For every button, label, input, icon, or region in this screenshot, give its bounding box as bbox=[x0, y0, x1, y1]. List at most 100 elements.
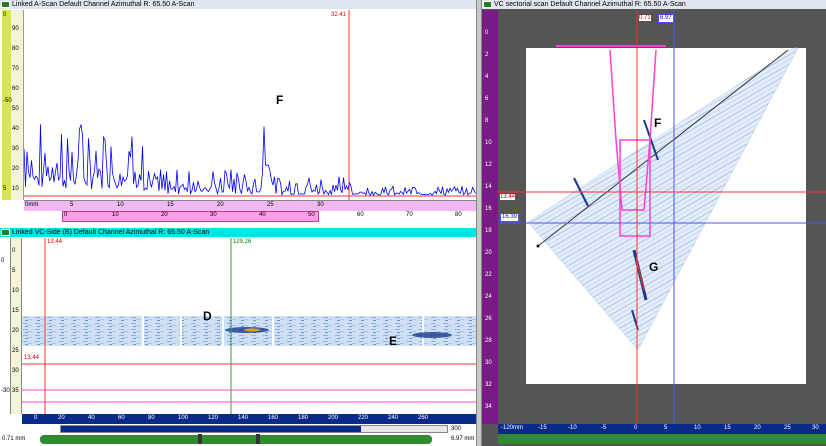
bscan-x-tick: 60 bbox=[118, 415, 125, 421]
bscan-y-tick: 30 bbox=[12, 368, 19, 374]
bscan-y-tick: 20 bbox=[12, 328, 19, 334]
ascan-titlebar: Linked A-Scan Default Channel Azimuthal … bbox=[0, 0, 476, 9]
ascan-panel: Linked A-Scan Default Channel Azimuthal … bbox=[0, 0, 476, 228]
ascan-gate-tick: 80 bbox=[455, 212, 462, 218]
sector-panel: VC sectorial scan Default Channel Azimut… bbox=[482, 0, 826, 446]
bscan-x-tick: 100 bbox=[178, 415, 189, 421]
ascan-y-tick: 40 bbox=[12, 126, 19, 132]
sector-x-tick: 10 bbox=[694, 425, 701, 431]
sector-x-ruler: -120mm -15 -10 -5 0 5 10 15 20 25 30 bbox=[498, 424, 826, 434]
ascan-x-unit: 0mm bbox=[25, 202, 39, 208]
range-handle-right[interactable] bbox=[256, 434, 260, 444]
scroll-thumb[interactable] bbox=[61, 426, 361, 432]
bscan-x-tick: 200 bbox=[328, 415, 339, 421]
bscan-cursor-right: 129.26 bbox=[233, 239, 252, 245]
sector-top-red: 0.71 bbox=[639, 15, 651, 21]
sector-x-tick: 15 bbox=[724, 425, 731, 431]
ascan-title: Linked A-Scan Default Channel Azimuthal … bbox=[12, 1, 195, 8]
bscan-titlebar: Linked VC-Side (B) Default Channel Azimu… bbox=[0, 228, 476, 237]
bscan-y-tick: 15 bbox=[12, 308, 19, 314]
sector-x-tick: 0 bbox=[634, 425, 638, 431]
sector-y-tick: 10 bbox=[485, 140, 492, 146]
sector-plot[interactable] bbox=[498, 10, 826, 424]
sector-y-tick: 14 bbox=[485, 184, 492, 190]
panel-icon bbox=[483, 1, 492, 8]
bscan-label-d: D bbox=[203, 309, 212, 323]
bscan-title: Linked VC-Side (B) Default Channel Azimu… bbox=[12, 229, 210, 236]
bscan-y-label: -30 bbox=[1, 388, 10, 394]
bscan-y-tick: 0 bbox=[12, 248, 16, 254]
bscan-y-tick: 10 bbox=[12, 288, 19, 294]
ascan-y-tick: 70 bbox=[12, 66, 19, 72]
sector-y-tick: 0 bbox=[485, 30, 489, 36]
sector-y-tick: 28 bbox=[485, 338, 492, 344]
bscan-cursor-left: 13.44 bbox=[47, 239, 63, 245]
bscan-scroll-max: 300 bbox=[451, 426, 462, 432]
ascan-y-ruler bbox=[2, 10, 11, 200]
bscan-y-tick: 35 bbox=[12, 388, 19, 394]
sector-y-tick: 20 bbox=[485, 250, 492, 256]
ascan-gate-tick: 70 bbox=[406, 212, 413, 218]
ascan-y-tick: 10 bbox=[12, 186, 19, 192]
ascan-gate-tick: 60 bbox=[357, 212, 364, 218]
sector-y-tick: 12 bbox=[485, 162, 492, 168]
ascan-gate-tick: 50 bbox=[308, 212, 315, 218]
sector-x-tick: -120mm bbox=[501, 425, 524, 431]
ascan-y-label: 5 bbox=[3, 186, 7, 192]
sector-y-tick: 18 bbox=[485, 228, 492, 234]
sector-label-f: F bbox=[654, 116, 662, 130]
ascan-cursor-label: 32.41 bbox=[331, 12, 347, 18]
ascan-gate-tick: 30 bbox=[210, 212, 217, 218]
bscan-x-tick: 0 bbox=[34, 415, 38, 421]
ascan-x-ruler: 0mm 5 10 15 20 25 30 bbox=[24, 200, 476, 211]
panel-icon bbox=[1, 229, 10, 236]
sector-titlebar: VC sectorial scan Default Channel Azimut… bbox=[482, 0, 826, 9]
ascan-signal-trace bbox=[24, 123, 476, 197]
bscan-x-tick: 120 bbox=[208, 415, 219, 421]
sector-x-tick: 5 bbox=[664, 425, 668, 431]
ascan-y-tick: 60 bbox=[12, 86, 19, 92]
ascan-gate-tick: 10 bbox=[112, 212, 119, 218]
sector-y-tick: 24 bbox=[485, 294, 492, 300]
ascan-x-tick: 5 bbox=[70, 202, 74, 208]
sector-y-tick: 8 bbox=[485, 118, 489, 124]
sector-title: VC sectorial scan Default Channel Azimut… bbox=[494, 1, 686, 8]
sector-x-tick: -5 bbox=[601, 425, 607, 431]
sector-x-tick: 30 bbox=[812, 425, 819, 431]
ascan-gate-tick: 20 bbox=[161, 212, 168, 218]
bscan-x-tick: 240 bbox=[388, 415, 399, 421]
ascan-y-tick: 90 bbox=[12, 26, 19, 32]
bscan-scrollbar[interactable] bbox=[60, 425, 448, 433]
sector-y-tick: 26 bbox=[485, 316, 492, 322]
sector-left-blue: 16.39 bbox=[500, 213, 520, 222]
bscan-y-label: 0 bbox=[1, 258, 5, 264]
ascan-y-tick: 20 bbox=[12, 166, 19, 172]
bscan-x-tick: 40 bbox=[88, 415, 95, 421]
ascan-plot[interactable] bbox=[24, 10, 476, 200]
bscan-x-ruler: 0 20 40 60 80 100 120 140 160 180 200 22… bbox=[22, 414, 476, 424]
ascan-y-tick: 80 bbox=[12, 46, 19, 52]
bscan-plot[interactable] bbox=[22, 238, 476, 414]
bscan-y-ruler: 0 -30 bbox=[0, 238, 11, 414]
bscan-hline-label: 13.44 bbox=[24, 355, 40, 361]
bscan-y-ruler-secondary: 0 5 10 15 20 25 30 35 bbox=[11, 238, 22, 414]
sector-top-blue: 6.97 bbox=[658, 14, 674, 23]
bscan-label-e: E bbox=[389, 334, 398, 348]
sector-y-tick: 4 bbox=[485, 74, 489, 80]
ascan-y-label: -50 bbox=[3, 98, 12, 104]
ascan-y-ruler-secondary: 90 80 70 60 50 40 30 20 10 bbox=[11, 10, 24, 200]
panel-icon bbox=[1, 1, 10, 8]
sector-y-tick: 30 bbox=[485, 360, 492, 366]
bscan-y-tick: 25 bbox=[12, 348, 19, 354]
bscan-range-slider[interactable] bbox=[40, 434, 432, 444]
ascan-gate-tick: 0 bbox=[64, 212, 68, 218]
sector-x-tick: 20 bbox=[754, 425, 761, 431]
ascan-y-label: 0 bbox=[3, 12, 7, 18]
range-handle-left[interactable] bbox=[198, 434, 202, 444]
ascan-gate-bar[interactable]: 0 10 20 30 40 50 60 70 80 bbox=[24, 211, 476, 222]
bscan-x-tick: 140 bbox=[238, 415, 249, 421]
sector-y-tick: 6 bbox=[485, 96, 489, 102]
bscan-range-left: 0.71 mm bbox=[2, 436, 26, 442]
sector-y-tick: 2 bbox=[485, 52, 489, 58]
ascan-peak-label-f: F bbox=[276, 93, 284, 107]
